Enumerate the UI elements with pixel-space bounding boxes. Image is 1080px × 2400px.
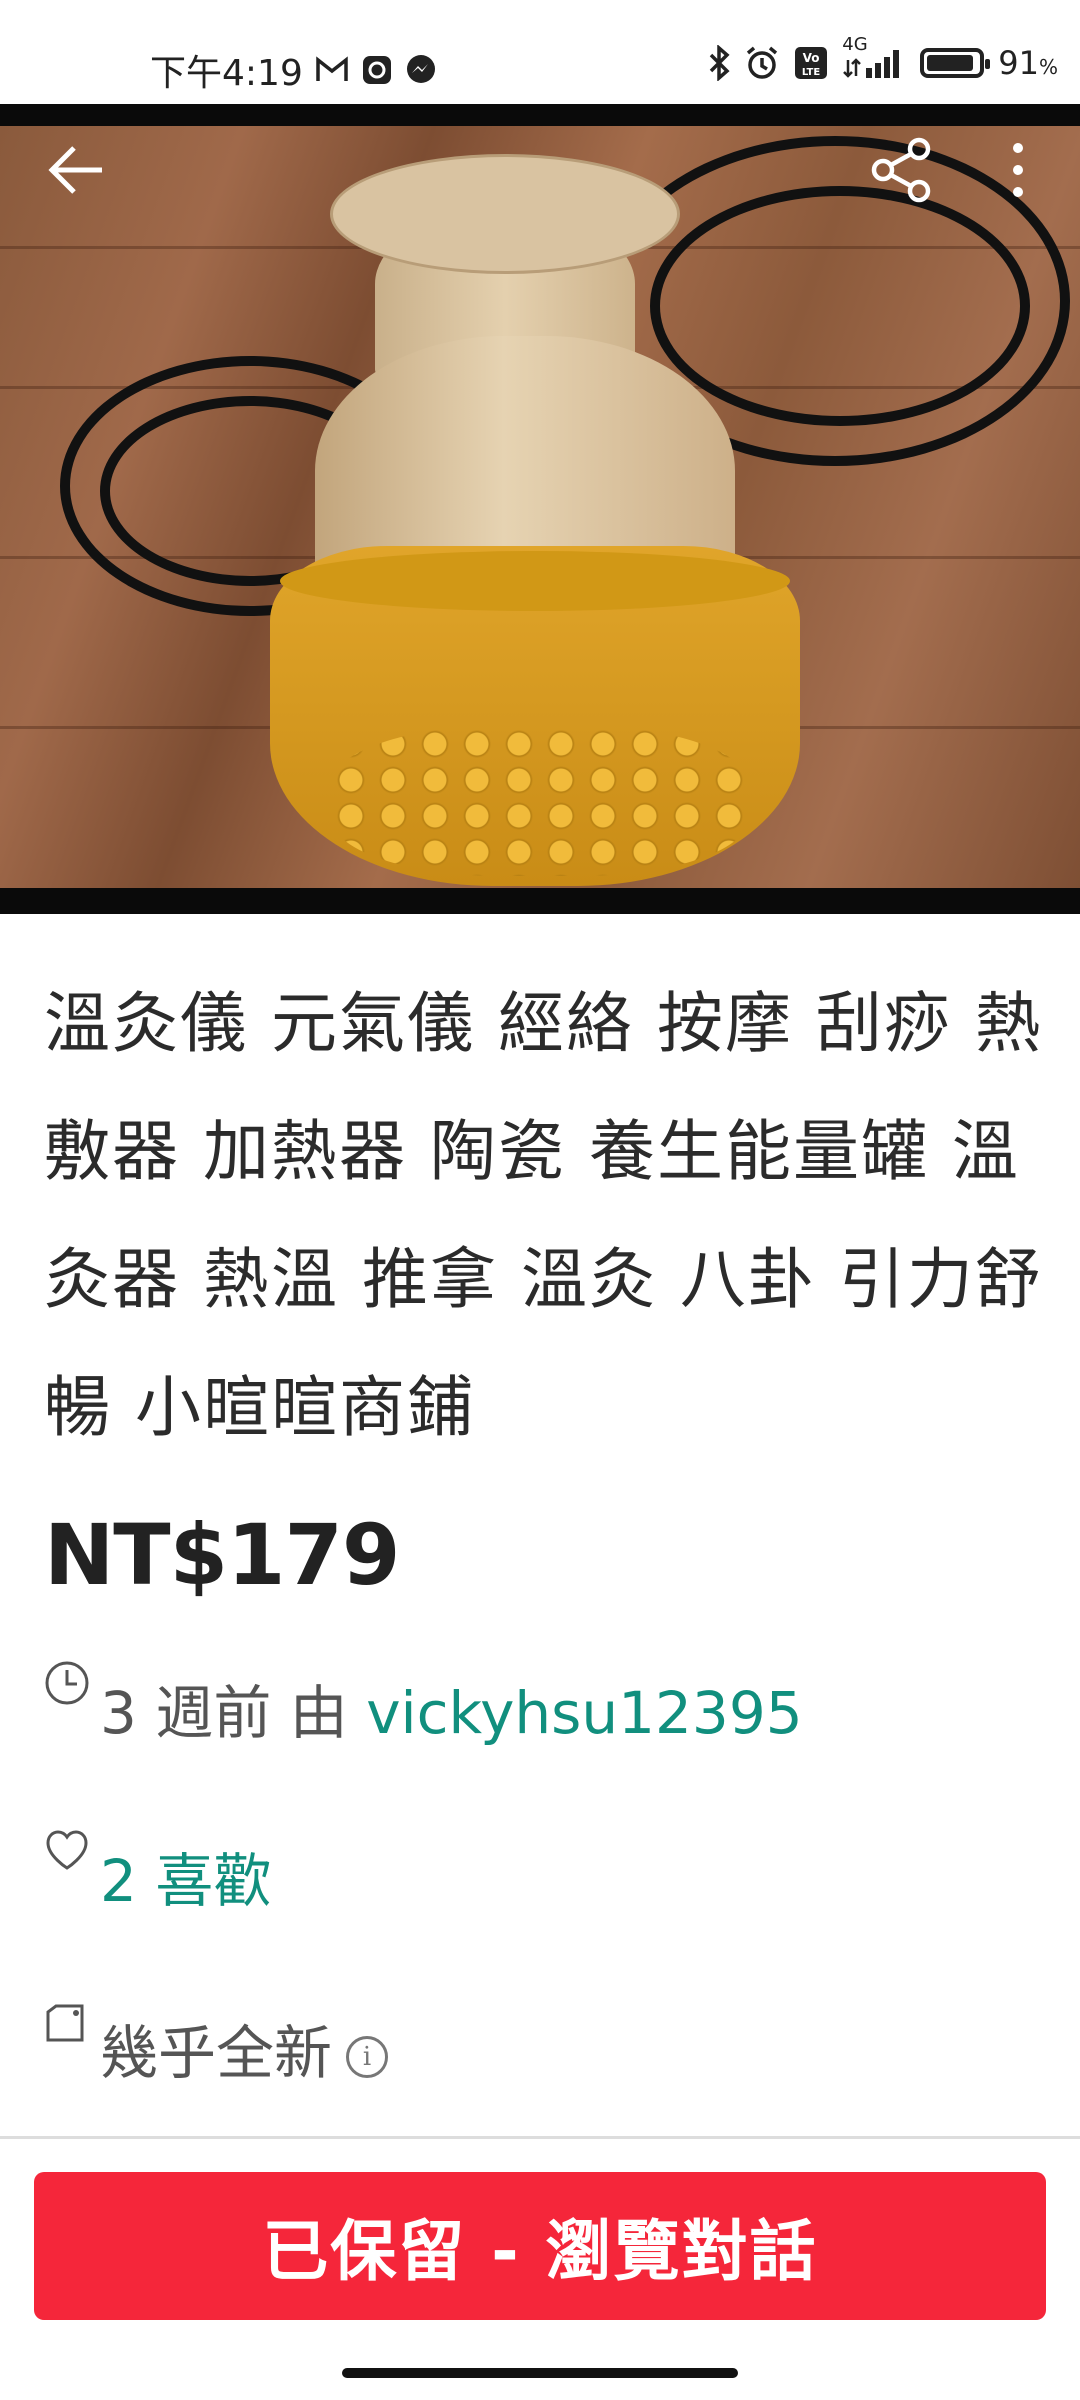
svg-text:Vo: Vo bbox=[803, 51, 820, 65]
status-time: 下午4:19 bbox=[150, 53, 303, 94]
svg-text:LTE: LTE bbox=[802, 67, 821, 78]
condition-info: 幾乎全新 i bbox=[44, 2000, 389, 2088]
info-icon[interactable]: i bbox=[346, 2035, 389, 2078]
heart-icon[interactable] bbox=[44, 1828, 90, 1874]
share-button[interactable] bbox=[862, 130, 942, 210]
reserved-view-chat-button[interactable]: 已保留 - 瀏覽對話 bbox=[34, 2172, 1046, 2320]
product-photo[interactable] bbox=[0, 126, 1080, 888]
listing-title: 溫灸儀 元氣儀 經絡 按摩 刮痧 熱敷器 加熱器 陶瓷 養生能量罐 溫灸器 熱溫… bbox=[44, 985, 1043, 1446]
gmail-icon bbox=[315, 56, 349, 84]
home-indicator[interactable] bbox=[342, 2368, 738, 2378]
seller-link[interactable]: vickyhsu12395 bbox=[366, 1679, 802, 1747]
status-bar: 下午4:19 Vo LTE 4G 91% bbox=[0, 0, 1080, 104]
signal-icon: 4G bbox=[842, 34, 906, 80]
back-button[interactable] bbox=[36, 130, 116, 210]
alarm-icon bbox=[744, 45, 780, 81]
bluetooth-icon bbox=[708, 45, 730, 81]
messenger-icon bbox=[405, 54, 437, 86]
battery-percent: 91% bbox=[998, 44, 1058, 82]
listing-price: NT$179 bbox=[44, 1506, 400, 1604]
more-options-button[interactable] bbox=[978, 130, 1058, 210]
share-icon bbox=[871, 137, 931, 203]
posted-info: 3 週前 由 vickyhsu12395 bbox=[44, 1660, 803, 1748]
back-arrow-icon bbox=[48, 146, 102, 194]
battery-fill bbox=[927, 55, 974, 71]
condition-label: 幾乎全新 bbox=[100, 2019, 333, 2087]
tag-icon bbox=[46, 2004, 84, 2042]
battery-icon bbox=[920, 48, 991, 78]
network-label: 4G bbox=[842, 34, 868, 55]
app-icon bbox=[361, 54, 393, 86]
more-vertical-icon bbox=[1013, 143, 1023, 197]
posted-time: 3 週前 由 bbox=[100, 1679, 367, 1747]
likes-info[interactable]: 2 喜歡 bbox=[44, 1828, 271, 1916]
volte-icon: Vo LTE bbox=[794, 46, 828, 80]
clock-icon bbox=[45, 1661, 89, 1705]
likes-count[interactable]: 2 喜歡 bbox=[100, 1828, 271, 1916]
product-photo-carousel[interactable] bbox=[0, 104, 1080, 914]
divider bbox=[0, 2136, 1080, 2139]
